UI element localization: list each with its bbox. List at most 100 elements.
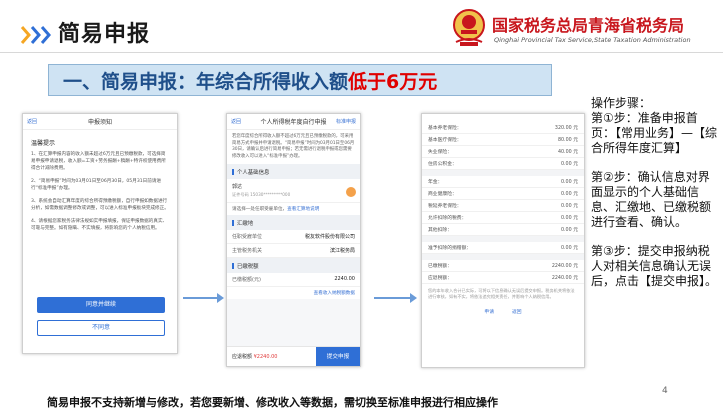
notice-item: 3、系统会自动汇算年度的综合所得预缴税额，自行申报如数据进行分析，如需数据调整修… [31, 199, 169, 211]
step-2: 第②步：确认信息对界面显示的个人基础信息、汇缴地、已缴税额进行查看、确认。 [591, 170, 712, 229]
chevron-right-icon [20, 26, 51, 44]
section-marker-icon [232, 263, 234, 269]
slide-title: 简易申报 [58, 22, 151, 47]
notice-item: 2、“简易申报”时间为03月01日至06月30日，05月31日前请进行“标准申报… [31, 179, 162, 191]
row-value: 0.00 元 [560, 246, 578, 251]
back-button[interactable]: 返回 [27, 118, 37, 125]
section-label: 个人基础信息 [237, 170, 270, 176]
standard-declaration-link[interactable]: 标准申报 [336, 118, 356, 125]
confirm-note: 您的本年收入合计已实际，可将以下信息确认无误后提交申报。税务机关将依法进行审核，… [428, 288, 575, 299]
detail-actions: 申请 返回 [422, 308, 584, 315]
detail-row: 商业健康险： 0.00 元 [422, 188, 584, 200]
chevron-right-icon[interactable] [346, 187, 356, 197]
phone-screen-declaration: 返回 个人所得税年度自行申报 标准申报 若您年度综合所得收入额不超过6万元且已预… [226, 113, 361, 367]
detail-row: 允许扣除的税费： 0.00 元 [422, 212, 584, 224]
detail-group-d: 已缴税额： 2240.00 元应退税额： 2240.00 元 [422, 260, 584, 284]
section-paid-tax: 已缴税额 [227, 258, 360, 273]
row-label: 应退税额： [428, 276, 452, 281]
org-name-cn: 国家税务总局青海省税务局 [492, 16, 685, 35]
employer-row[interactable]: 任职受雇单位 税友软件股份有限公司 [227, 230, 360, 244]
detail-row: 准予扣除的捐赠额： 0.00 元 [422, 242, 584, 254]
detail-row: 其他扣除： 0.00 元 [422, 224, 584, 236]
intro-text: 若您年度综合所得收入额不超过6万元且已预缴税款的，可采用简易方式申报并申请退税。… [227, 130, 360, 164]
prompt-text: 请选择一处任职受雇单位， [232, 207, 288, 212]
detail-group-b: 年金： 0.00 元商业健康险： 0.00 元税延养老保险： 0.00 元允许扣除的税… [422, 176, 584, 236]
phone-header: 返回 申报须知 [23, 114, 177, 130]
section-summary: 汇缴地 [227, 215, 360, 230]
arrow-right-icon [183, 293, 224, 303]
row-value: 0.00 元 [560, 228, 578, 233]
taxpayer-id: 证件号码 15030*********000 [232, 192, 291, 197]
apply-button[interactable]: 申请 [484, 308, 494, 315]
header-divider [0, 52, 723, 53]
tax-emblem-icon [453, 9, 485, 46]
row-value: 2240.00 元 [551, 276, 578, 281]
row-value: 2240.00 [334, 276, 355, 282]
view-income-link[interactable]: 查看收入纳税额数据 [314, 291, 355, 296]
row-label: 任职受雇单位 [232, 234, 263, 240]
row-value: 80.00 元 [557, 138, 578, 143]
submit-declaration-button[interactable]: 提交申报 [316, 346, 360, 366]
declaration-footer: 应退税额 ¥2240.00 提交申报 [227, 346, 360, 366]
section-label: 已缴税额 [237, 264, 259, 270]
taxpayer-info[interactable]: 郭达 证件号码 15030*********000 [227, 179, 360, 203]
row-label: 主管税务机关 [232, 248, 263, 254]
notice-item: 1、在汇算申报内容的收入额未超过6万元且已预缴税款，可选择简易申报申请退税，收入… [31, 152, 166, 171]
refund-value: ¥2240.00 [253, 354, 278, 360]
select-employer-prompt: 请选择一处任职受雇单位，查看汇算地说明 [227, 203, 360, 215]
row-value: 320.00 元 [554, 126, 578, 131]
section-marker-icon [232, 220, 234, 226]
detail-row: 税延养老保险： 0.00 元 [422, 200, 584, 212]
operation-steps: 操作步骤： 第①步：准备申报首页：【常用业务】—【综合所得年度汇算】 第②步：确… [591, 96, 717, 303]
row-value: 2240.00 元 [551, 264, 578, 269]
section-basic-info: 个人基础信息 [227, 164, 360, 179]
row-label: 住房公积金： [428, 162, 457, 167]
row-value: 滨江税务局 [329, 248, 355, 254]
row-label: 失业保险： [428, 150, 452, 155]
row-label: 其他扣除： [428, 228, 452, 233]
banner-main-text: 一、简易申报：年综合所得收入额 [63, 70, 349, 93]
section-label: 汇缴地 [237, 221, 254, 227]
paid-tax-row: 已缴税额(元) 2240.00 [227, 273, 360, 287]
section-banner: 一、简易申报：年综合所得收入额 低于6万元 [48, 64, 552, 96]
detail-row: 已缴税额： 2240.00 元 [422, 260, 584, 272]
notice-item: 4、请根据您家税务法律法规如实申报填报，保证申报数据的真实、可靠与完整。如有隐瞒… [31, 219, 168, 231]
row-value: 0.00 元 [560, 192, 578, 197]
steps-heading: 操作步骤： [591, 96, 652, 110]
section-marker-icon [232, 169, 234, 175]
view-explanation-link[interactable]: 查看汇算地说明 [287, 207, 319, 212]
taxpayer-name: 郭达 [232, 184, 243, 190]
detail-row: 基本医疗保险： 80.00 元 [422, 134, 584, 146]
row-label: 税延养老保险： [428, 204, 462, 209]
refund-total: 应退税额 ¥2240.00 [227, 353, 316, 360]
row-label: 基本医疗保险： [428, 138, 462, 143]
row-value: 40.00 元 [557, 150, 578, 155]
page-number: 4 [662, 386, 668, 396]
phone-screen-notice: 返回 申报须知 温馨提示 1、在汇算申报内容的收入额未超过6万元且已预缴税款，可… [22, 113, 178, 354]
detail-row: 年金： 0.00 元 [422, 176, 584, 188]
detail-group-a: 基本养老保险： 320.00 元基本医疗保险： 80.00 元失业保险： 40.00 … [422, 122, 584, 170]
detail-group-c: 准予扣除的捐赠额： 0.00 元 [422, 242, 584, 254]
back-button[interactable]: 返回 [512, 308, 522, 315]
org-name-en: Qinghai Provincial Tax Service,State Tax… [494, 36, 691, 44]
row-value: 税友软件股份有限公司 [304, 234, 355, 240]
row-value: 0.00 元 [560, 204, 578, 209]
slide: 简易申报 国家税务总局青海省税务局 Qinghai Provincial Tax… [0, 0, 723, 412]
detail-row: 基本养老保险： 320.00 元 [422, 122, 584, 134]
row-label: 已缴税额(元) [232, 277, 261, 283]
banner-highlight-text: 低于6万元 [348, 70, 438, 93]
disagree-button[interactable]: 不同意 [37, 320, 165, 336]
phone-screen-detail: 基本养老保险： 320.00 元基本医疗保险： 80.00 元失业保险： 40.00 … [421, 113, 585, 368]
view-income-link-row: 查看收入纳税额数据 [227, 287, 360, 299]
tax-authority-row: 主管税务机关 滨江税务局 [227, 244, 360, 258]
row-label: 年金： [428, 180, 443, 185]
row-value: 0.00 元 [560, 162, 578, 167]
agree-continue-button[interactable]: 同意并继续 [37, 297, 165, 313]
back-button[interactable]: 返回 [231, 118, 241, 125]
row-label: 已缴税额： [428, 264, 452, 269]
notice-title: 温馨提示 [31, 140, 56, 147]
row-label: 允许扣除的税费： [428, 216, 467, 221]
row-label: 准予扣除的捐赠额： [428, 246, 472, 251]
phone-header: 返回 个人所得税年度自行申报 标准申报 [227, 114, 360, 130]
